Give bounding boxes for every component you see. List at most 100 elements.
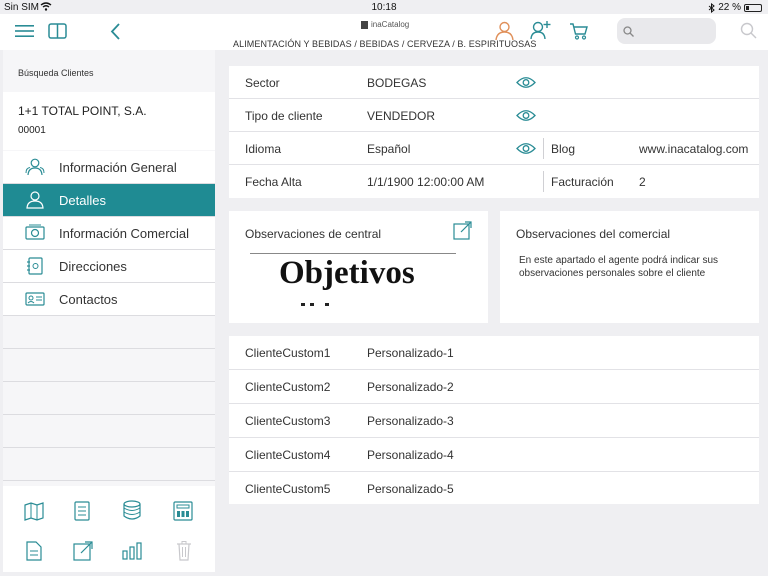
trash-icon[interactable] xyxy=(177,541,191,561)
chart-icon[interactable] xyxy=(122,542,142,560)
custom-value: Personalizado-3 xyxy=(367,414,454,428)
address-book-icon xyxy=(27,257,43,275)
eye-icon[interactable] xyxy=(516,76,536,89)
custom-key: ClienteCustom3 xyxy=(245,414,331,428)
open-external-icon[interactable] xyxy=(453,221,472,240)
sidebar-item-informacion-comercial[interactable]: Información Comercial xyxy=(3,217,215,250)
sidebar-item-label: Información Comercial xyxy=(59,226,190,241)
split-view-icon[interactable] xyxy=(48,23,67,39)
back-icon[interactable] xyxy=(110,23,120,40)
info-value: 2 xyxy=(639,175,646,189)
calculator-icon[interactable] xyxy=(173,501,193,521)
info-key: Blog xyxy=(551,142,576,156)
sidebar-empty-rows xyxy=(3,316,215,481)
sidebar-item-direcciones[interactable]: Direcciones xyxy=(3,250,215,283)
custom-row: ClienteCustom3 Personalizado-3 xyxy=(229,404,759,438)
info-value: BODEGAS xyxy=(367,76,427,90)
info-value: www.inacatalog.com xyxy=(639,142,749,156)
sidebar-item-label: Detalles xyxy=(59,193,106,208)
info-key: Fecha Alta xyxy=(245,175,302,189)
battery-icon xyxy=(744,3,762,12)
sidebar: Búsqueda Clientes 1+1 TOTAL POINT, S.A. … xyxy=(3,50,215,572)
custom-value: Personalizado-5 xyxy=(367,482,454,496)
eye-icon[interactable] xyxy=(516,109,536,122)
breadcrumb: ALIMENTACIÓN Y BEBIDAS / BEBIDAS / CERVE… xyxy=(233,39,537,49)
cart-icon[interactable] xyxy=(569,22,589,40)
client-name: 1+1 TOTAL POINT, S.A. xyxy=(18,104,147,118)
info-value: VENDEDOR xyxy=(367,109,436,123)
list-icon[interactable] xyxy=(74,501,90,521)
brand-logo: inaCatalog xyxy=(361,20,409,29)
empty-row xyxy=(3,448,215,481)
user-icon[interactable] xyxy=(495,21,514,41)
column-divider xyxy=(543,171,544,192)
custom-key: ClienteCustom2 xyxy=(245,380,331,394)
contact-card-icon xyxy=(25,292,45,306)
battery-percent: 22 % xyxy=(718,2,741,13)
menu-icon[interactable] xyxy=(15,24,34,38)
info-key: Sector xyxy=(245,76,280,90)
info-row-sector: Sector BODEGAS xyxy=(229,66,759,99)
document-icon[interactable] xyxy=(26,541,42,561)
sidebar-item-detalles[interactable]: Detalles xyxy=(3,184,215,217)
coins-icon[interactable] xyxy=(121,500,143,520)
search-input[interactable] xyxy=(617,18,716,44)
info-row-idioma: Idioma Español Blog www.inacatalog.com xyxy=(229,132,759,165)
empty-row xyxy=(3,382,215,415)
empty-row xyxy=(3,415,215,448)
custom-row: ClienteCustom2 Personalizado-2 xyxy=(229,370,759,404)
clock: 10:18 xyxy=(371,2,397,13)
custom-row: ClienteCustom5 Personalizado-5 xyxy=(229,472,759,506)
status-bar: Sin SIM 10:18 22 % xyxy=(0,0,768,14)
custom-row: ClienteCustom1 Personalizado-1 xyxy=(229,336,759,370)
add-user-icon[interactable] xyxy=(530,20,552,40)
custom-value: Personalizado-2 xyxy=(367,380,454,394)
custom-value: Personalizado-4 xyxy=(367,448,454,462)
logo-mark xyxy=(361,20,368,29)
custom-key: ClienteCustom1 xyxy=(245,346,331,360)
bluetooth-icon xyxy=(708,2,716,13)
sidebar-item-label: Información General xyxy=(59,160,177,175)
sidebar-menu: Información General Detalles Información… xyxy=(3,151,215,316)
custom-key: ClienteCustom5 xyxy=(245,482,331,496)
custom-key: ClienteCustom4 xyxy=(245,448,331,462)
info-value: 1/1/1900 12:00:00 AM xyxy=(367,175,485,189)
client-code: 00001 xyxy=(18,125,46,136)
cropped-image-fragment xyxy=(301,303,361,307)
sidebar-item-contactos[interactable]: Contactos xyxy=(3,283,215,316)
money-icon xyxy=(25,224,45,240)
obs-comercial-text: En este apartado el agente podrá indicar… xyxy=(519,255,719,279)
sidebar-item-label: Contactos xyxy=(59,292,118,307)
info-row-fecha-alta: Fecha Alta 1/1/1900 12:00:00 AM Facturac… xyxy=(229,165,759,198)
info-key: Idioma xyxy=(245,142,282,156)
obs-comercial-card: Observaciones del comercial En este apar… xyxy=(500,211,759,323)
search-icon[interactable] xyxy=(740,22,757,39)
person-icon xyxy=(26,191,44,209)
eye-icon[interactable] xyxy=(516,142,536,155)
search-field-icon xyxy=(623,26,634,37)
obs-central-title: Observaciones de central xyxy=(245,227,382,241)
client-header: 1+1 TOTAL POINT, S.A. 00001 xyxy=(3,92,215,150)
sidebar-item-label: Direcciones xyxy=(59,259,127,274)
battery-fill xyxy=(746,5,750,10)
status-right: 22 % xyxy=(708,2,762,13)
obs-comercial-title: Observaciones del comercial xyxy=(516,227,671,241)
custom-value: Personalizado-1 xyxy=(367,346,454,360)
sidebar-item-informacion-general[interactable]: Información General xyxy=(3,151,215,184)
info-key: Facturación xyxy=(551,175,614,189)
obs-central-card: Observaciones de central Objetivos xyxy=(229,211,488,323)
custom-row: ClienteCustom4 Personalizado-4 xyxy=(229,438,759,472)
sidebar-title: Búsqueda Clientes xyxy=(18,68,94,78)
client-info-card: Sector BODEGAS Tipo de cliente VENDEDOR … xyxy=(229,66,759,198)
sidebar-toolbar xyxy=(3,486,215,572)
custom-fields-card: ClienteCustom1 Personalizado-1 ClienteCu… xyxy=(229,336,759,504)
column-divider xyxy=(543,138,544,159)
info-key: Tipo de cliente xyxy=(245,109,323,123)
map-icon[interactable] xyxy=(24,501,44,521)
share-icon[interactable] xyxy=(73,541,93,561)
objetivos-image-text: Objetivos xyxy=(279,255,415,291)
image-divider xyxy=(250,253,456,254)
empty-row xyxy=(3,349,215,382)
brand-name: inaCatalog xyxy=(371,20,410,29)
info-value: Español xyxy=(367,142,411,156)
